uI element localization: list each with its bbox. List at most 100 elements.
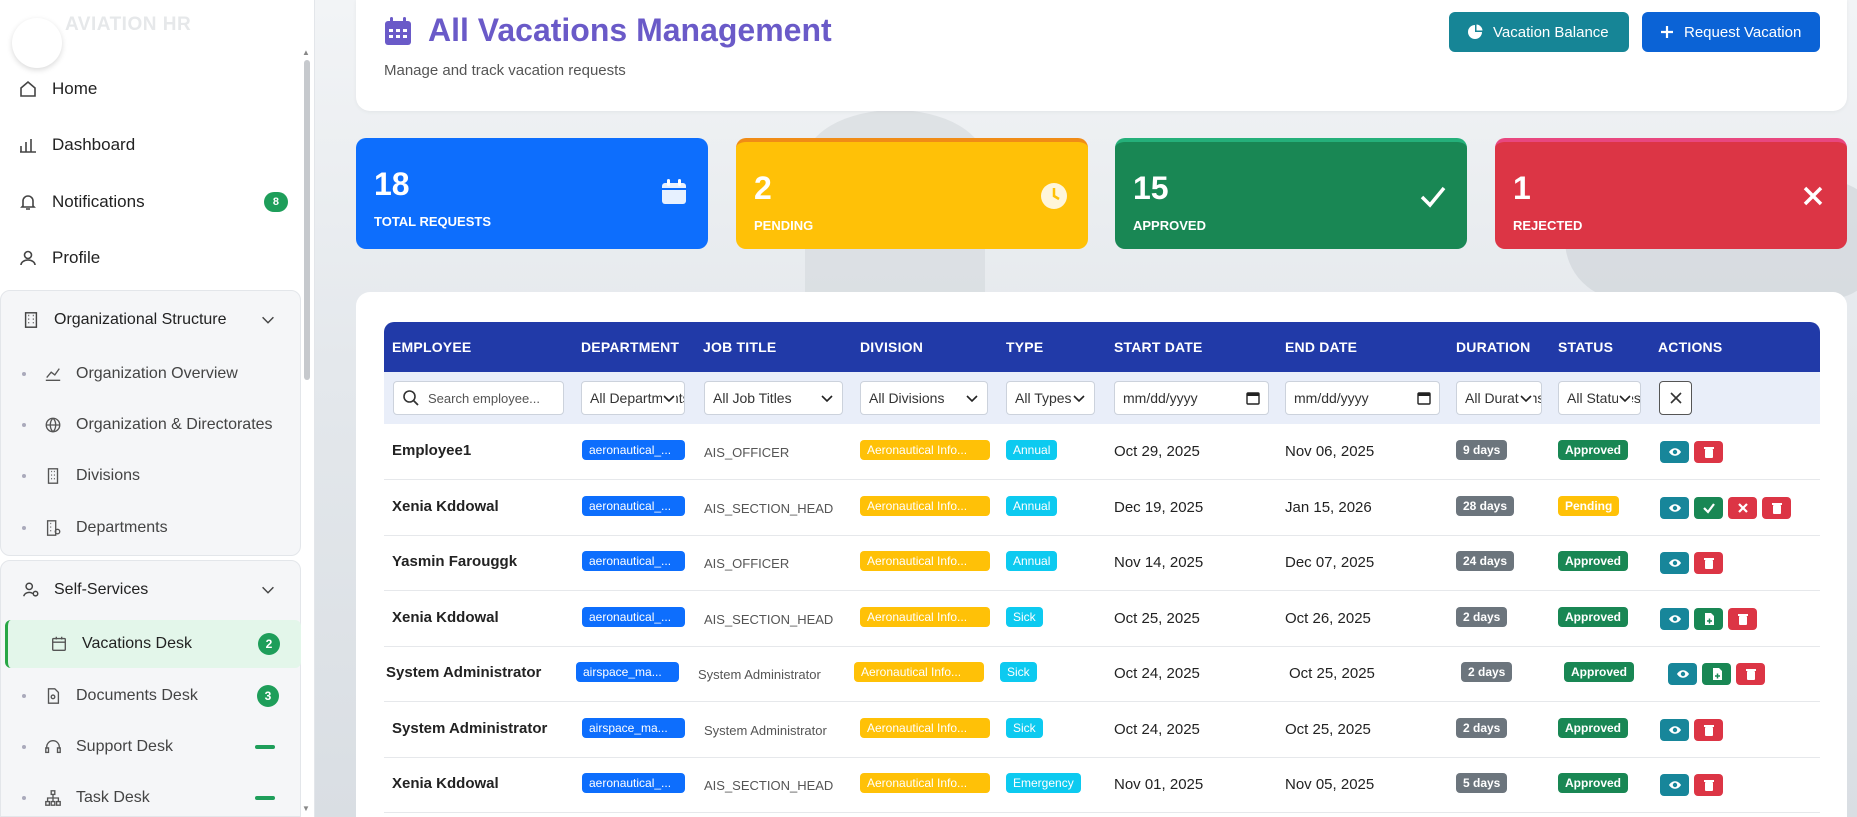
scroll-down-arrow[interactable]: ▼ <box>302 804 310 813</box>
notifications-badge: 8 <box>263 192 288 212</box>
view-button[interactable] <box>1660 441 1689 463</box>
start-date: Nov 01, 2025 <box>1114 776 1204 793</box>
delete-button[interactable] <box>1736 663 1765 685</box>
duration-badge: 2 days <box>1456 607 1508 627</box>
chevron-down-icon <box>262 316 274 324</box>
column-header-department[interactable]: DEPARTMENT <box>581 339 679 355</box>
delete-button[interactable] <box>1694 441 1723 463</box>
bell-icon <box>20 195 36 210</box>
trash-icon <box>1703 725 1714 736</box>
column-header-division[interactable]: DIVISION <box>860 339 923 355</box>
clock-icon <box>1041 183 1067 209</box>
document-button[interactable] <box>1694 608 1723 630</box>
close-icon <box>1737 503 1748 513</box>
view-button[interactable] <box>1660 774 1689 796</box>
job-title-filter-select[interactable]: All Job Titles <box>704 381 843 415</box>
group-label: Self-Services <box>54 581 149 598</box>
vacation-balance-button[interactable]: Vacation Balance <box>1449 12 1629 52</box>
type-badge: Sick <box>1006 718 1043 738</box>
plus-icon <box>1661 26 1673 38</box>
view-button[interactable] <box>1660 608 1689 630</box>
approve-button[interactable] <box>1694 497 1723 519</box>
division-badge: Aeronautical Info... <box>860 718 990 738</box>
stat-card-total: 18 TOTAL REQUESTS <box>356 138 708 249</box>
request-vacation-button[interactable]: Request Vacation <box>1642 12 1820 52</box>
sidebar-item-documents-desk[interactable]: Documents Desk 3 <box>22 680 297 712</box>
type-filter-select[interactable]: All Types <box>1006 381 1095 415</box>
sidebar-item-label: Profile <box>52 248 101 267</box>
division-badge: Aeronautical Info... <box>860 440 990 460</box>
view-button[interactable] <box>1668 663 1697 685</box>
start-date-filter-input[interactable]: mm/dd/yyyy <box>1114 381 1269 415</box>
select-value: All Types <box>1015 390 1072 406</box>
column-header-duration[interactable]: DURATION <box>1456 339 1530 355</box>
sidebar-item-label: Documents Desk <box>76 687 198 704</box>
column-header-employee[interactable]: EMPLOYEE <box>392 339 471 355</box>
duration-badge: 28 days <box>1456 496 1515 516</box>
bar-chart-icon <box>20 139 36 153</box>
sidebar-item-notifications[interactable]: Notifications 8 <box>18 184 288 220</box>
delete-button[interactable] <box>1694 719 1723 741</box>
type-badge: Annual <box>1006 440 1058 460</box>
column-header-type[interactable]: TYPE <box>1006 339 1043 355</box>
reject-button[interactable] <box>1728 497 1757 519</box>
app-logo[interactable] <box>12 18 62 68</box>
duration-badge: 2 days <box>1461 662 1513 682</box>
sidebar-item-divisions[interactable]: Divisions <box>22 460 297 492</box>
delete-button[interactable] <box>1762 497 1791 519</box>
self-services-toggle[interactable]: Self-Services <box>22 573 277 607</box>
delete-button[interactable] <box>1694 774 1723 796</box>
sidebar-item-support-desk[interactable]: Support Desk <box>22 731 297 763</box>
column-header-start-date[interactable]: START DATE <box>1114 339 1203 355</box>
department-filter-select[interactable]: All Departments <box>581 381 685 415</box>
table-row: Yasmin Farouggk aeronautical_... AIS_OFFIC… <box>384 535 1820 591</box>
clear-filters-button[interactable] <box>1659 381 1692 415</box>
stat-value: 15 <box>1133 170 1169 206</box>
document-button[interactable] <box>1702 663 1731 685</box>
chevron-down-icon <box>262 586 274 594</box>
employee-search-input[interactable]: Search employee... <box>393 381 564 415</box>
view-button[interactable] <box>1660 552 1689 574</box>
sidebar-item-task-desk[interactable]: Task Desk <box>22 782 297 814</box>
chevron-down-icon <box>662 391 676 405</box>
page-subtitle: Manage and track vacation requests <box>384 62 626 79</box>
end-date: Oct 26, 2025 <box>1285 610 1371 627</box>
division-filter-select[interactable]: All Divisions <box>860 381 988 415</box>
column-header-job-title[interactable]: JOB TITLE <box>703 339 776 355</box>
sidebar-item-org-directorates[interactable]: Organization & Directorates <box>22 409 297 441</box>
duration-badge: 5 days <box>1456 773 1508 793</box>
stat-value: 2 <box>754 170 772 206</box>
sitemap-icon <box>45 790 61 806</box>
duration-filter-select[interactable]: All Durations <box>1456 381 1542 415</box>
end-date: Oct 25, 2025 <box>1289 665 1375 682</box>
stat-label: PENDING <box>754 218 814 233</box>
delete-button[interactable] <box>1694 552 1723 574</box>
sidebar-item-dashboard[interactable]: Dashboard <box>18 127 288 163</box>
home-icon <box>20 80 36 97</box>
sidebar-item-label: Task Desk <box>76 789 150 806</box>
building-icon <box>47 468 59 484</box>
org-structure-toggle[interactable]: Organizational Structure <box>22 303 277 337</box>
date-placeholder: mm/dd/yyyy <box>1294 390 1369 406</box>
view-button[interactable] <box>1660 719 1689 741</box>
view-button[interactable] <box>1660 497 1689 519</box>
sidebar-item-home[interactable]: Home <box>18 71 288 107</box>
chevron-down-icon <box>821 395 833 403</box>
scroll-up-arrow[interactable]: ▲ <box>302 48 310 57</box>
column-header-status[interactable]: STATUS <box>1558 339 1613 355</box>
sidebar-scrollbar-thumb[interactable] <box>304 60 310 380</box>
sidebar-item-profile[interactable]: Profile <box>18 240 288 276</box>
stat-value: 1 <box>1513 170 1531 206</box>
sidebar-item-vacations-desk[interactable]: Vacations Desk 2 <box>50 628 298 660</box>
status-filter-select[interactable]: All Statuses <box>1558 381 1641 415</box>
end-date: Jan 15, 2026 <box>1285 499 1372 516</box>
department-badge: aeronautical_... <box>582 607 685 627</box>
sidebar-item-departments[interactable]: Departments <box>22 512 297 544</box>
column-header-end-date[interactable]: END DATE <box>1285 339 1357 355</box>
sidebar-item-org-overview[interactable]: Organization Overview <box>22 358 297 390</box>
end-date-filter-input[interactable]: mm/dd/yyyy <box>1285 381 1440 415</box>
bullet <box>22 796 26 800</box>
chevron-down-icon <box>966 395 978 403</box>
department-badge: airspace_ma... <box>582 718 685 738</box>
delete-button[interactable] <box>1728 608 1757 630</box>
